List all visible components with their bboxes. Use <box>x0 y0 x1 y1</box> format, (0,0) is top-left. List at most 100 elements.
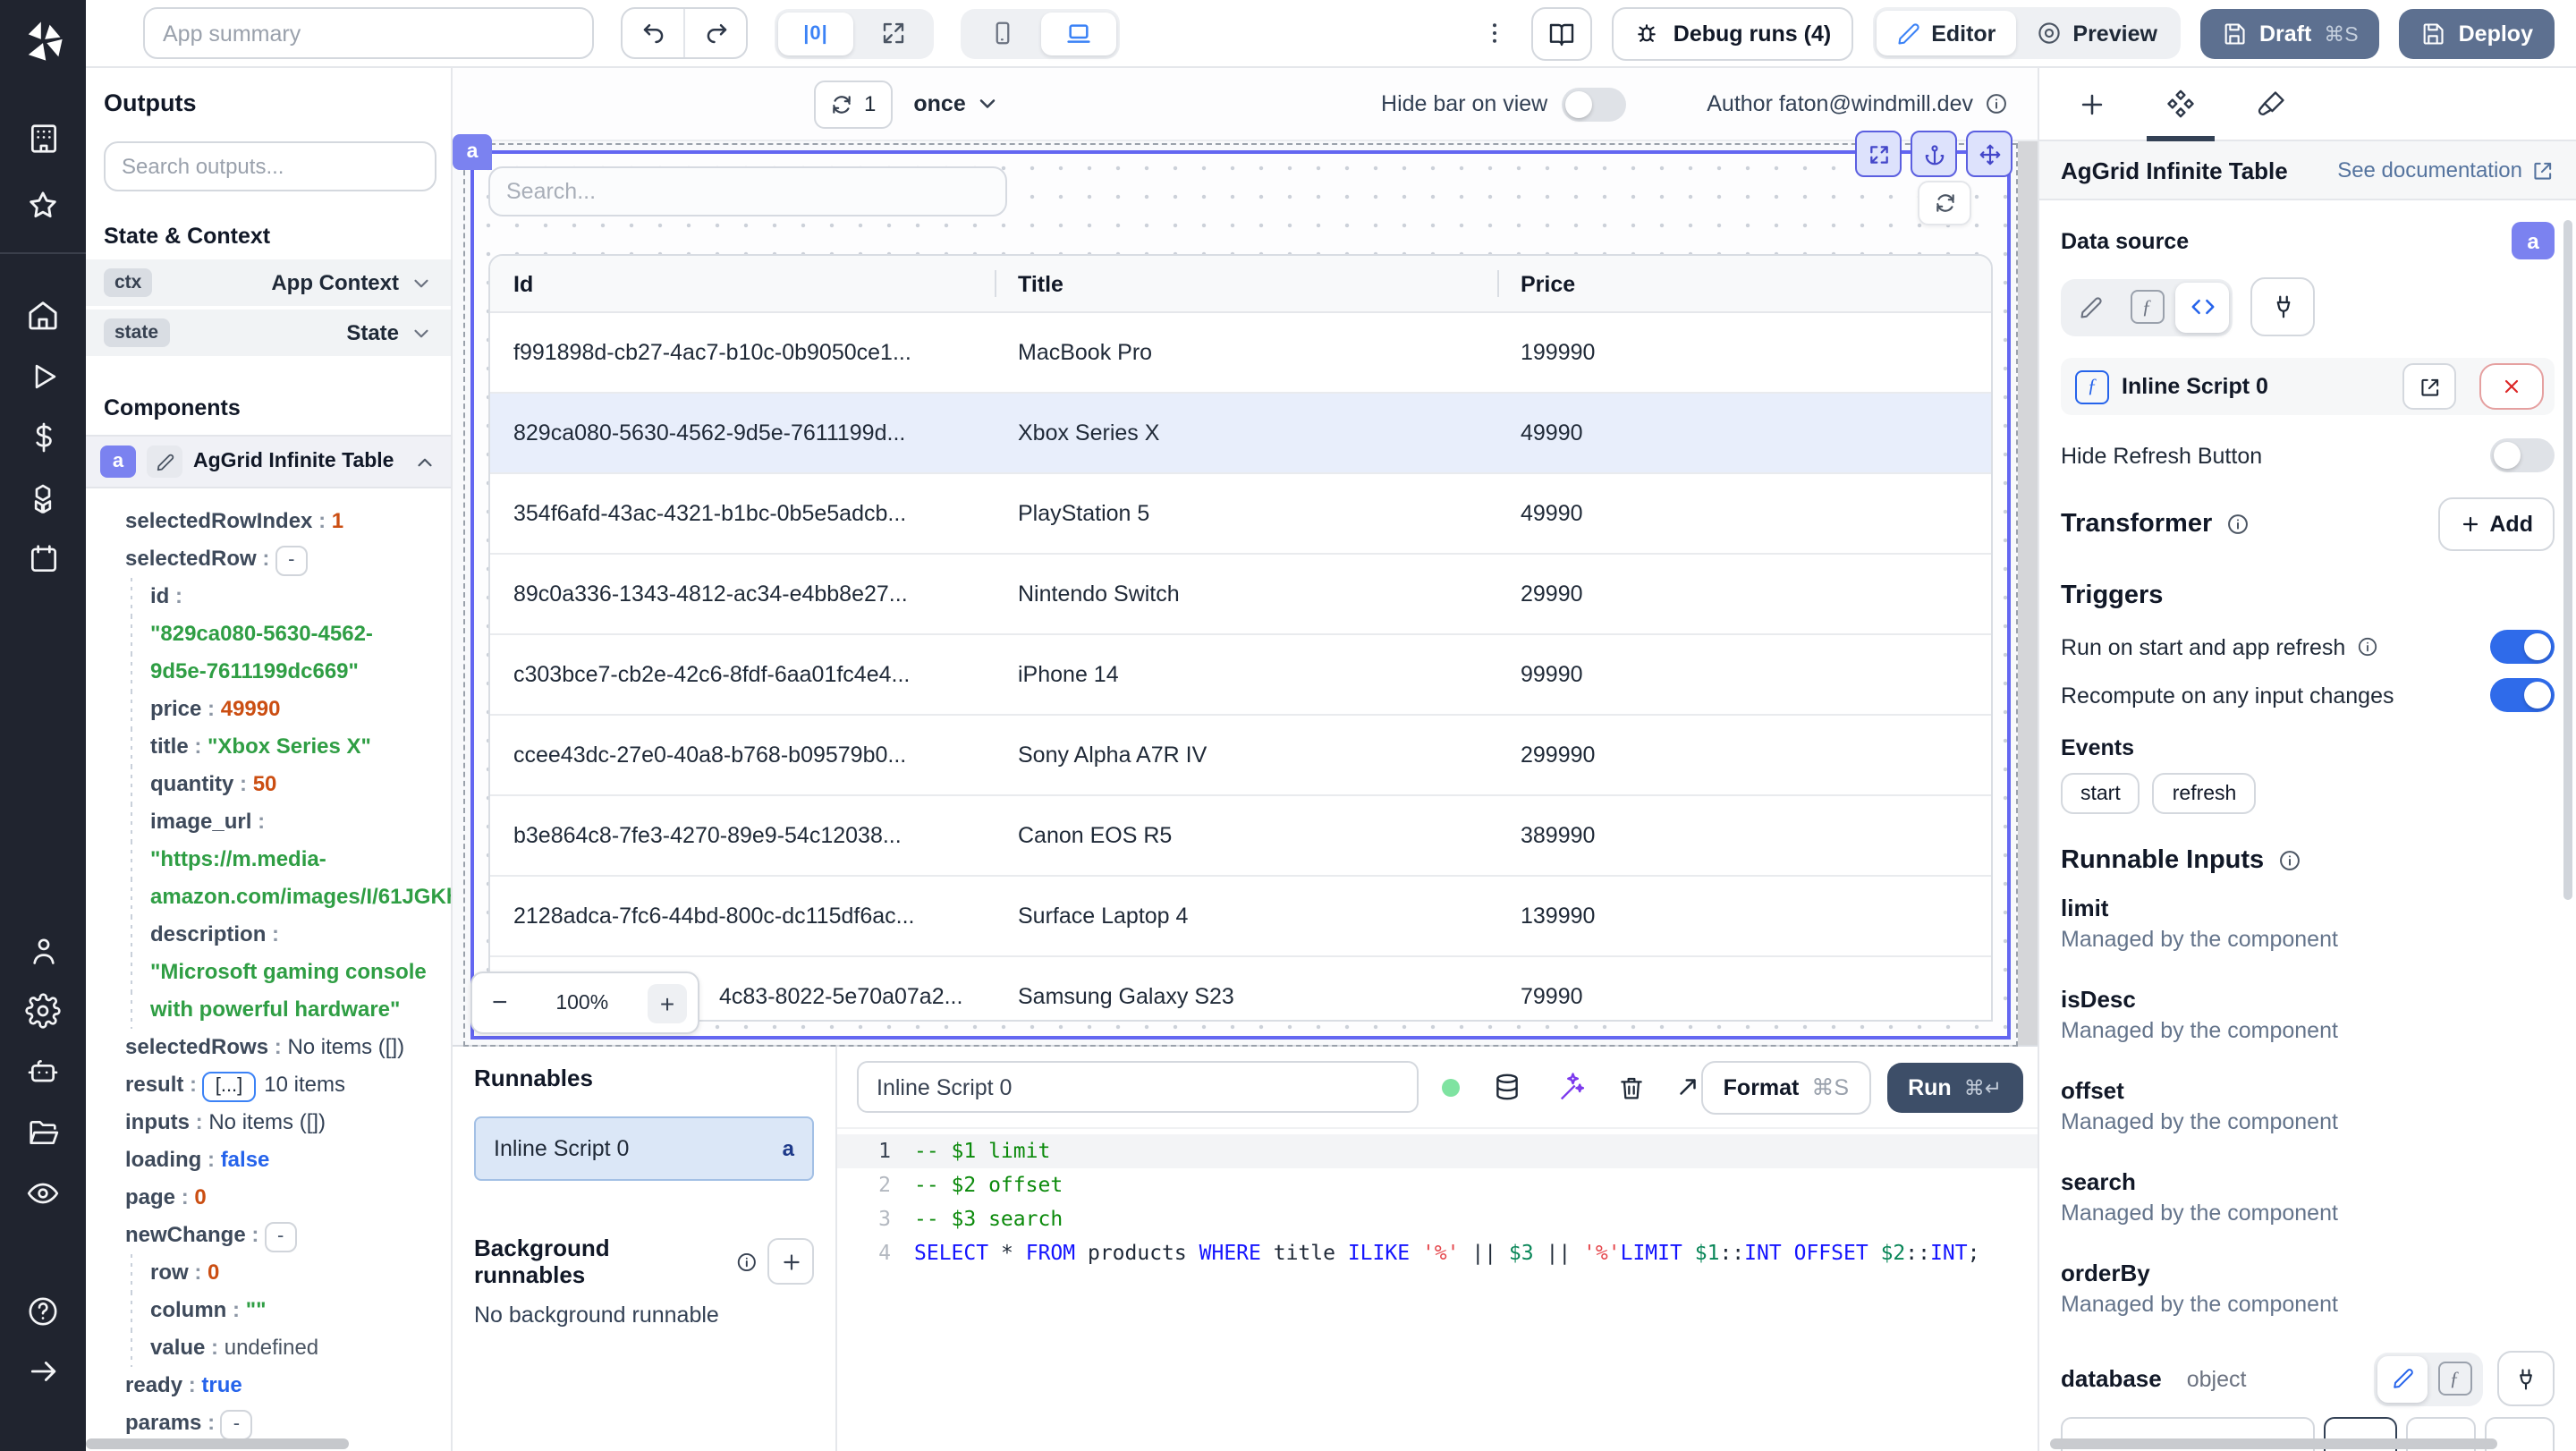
output-prop[interactable]: description : <box>86 916 451 954</box>
styling-tab[interactable] <box>2225 68 2315 140</box>
component-outputs-header[interactable]: a AgGrid Infinite Table <box>86 435 451 488</box>
settings-horizontal-scrollbar[interactable] <box>2050 1438 2497 1449</box>
event-chip[interactable]: refresh <box>2152 773 2257 814</box>
output-prop[interactable]: with powerful hardware" <box>86 991 451 1029</box>
component-settings-tab[interactable] <box>2136 68 2225 141</box>
state-row[interactable]: state State <box>86 310 451 356</box>
script-name-input[interactable] <box>857 1061 1419 1113</box>
column-header-id[interactable]: Id <box>490 271 995 296</box>
aggrid-table-component[interactable]: a Id Title Price <box>453 131 2018 1047</box>
chevron-up-icon[interactable] <box>413 450 436 473</box>
table-row[interactable]: 89c0a336-1343-4812-ac34-e4bb8e27... Ninte… <box>490 555 1991 635</box>
help-icon[interactable] <box>25 1294 61 1329</box>
hide-refresh-toggle[interactable] <box>2490 438 2555 472</box>
app-canvas[interactable]: a Id Title Price <box>453 131 2038 1047</box>
output-prop[interactable]: price : 49990 <box>86 691 451 728</box>
zoom-out-button[interactable]: − <box>483 988 517 1018</box>
docs-book-button[interactable] <box>1531 6 1593 60</box>
app-summary-input[interactable] <box>143 7 594 59</box>
table-search-input[interactable] <box>488 166 1007 216</box>
preview-tab[interactable]: Preview <box>2015 11 2177 55</box>
favorites-icon[interactable] <box>25 188 61 224</box>
output-prop[interactable]: 9d5e-7611199dc669" <box>86 653 451 691</box>
event-chip[interactable]: start <box>2061 773 2140 814</box>
output-prop[interactable]: selectedRows : No items ([]) <box>86 1029 451 1066</box>
folders-icon[interactable] <box>25 1115 61 1150</box>
fullwidth-button[interactable] <box>855 12 930 55</box>
audit-icon[interactable] <box>25 1175 61 1211</box>
anchor-component-button[interactable] <box>1911 131 1957 177</box>
format-button[interactable]: Format ⌘S <box>1701 1060 1871 1114</box>
column-header-title[interactable]: Title <box>995 271 1497 296</box>
deploy-button[interactable]: Deploy <box>2399 8 2555 58</box>
insert-component-tab[interactable] <box>2046 68 2136 140</box>
kebab-menu-icon[interactable] <box>1479 20 1513 47</box>
runs-icon[interactable] <box>26 360 60 394</box>
table-row[interactable]: 829ca080-5630-4562-9d5e-7611199d... Xbox … <box>490 394 1991 474</box>
column-header-price[interactable]: Price <box>1497 271 1991 296</box>
column-resize-handle[interactable] <box>1497 270 1499 297</box>
output-prop[interactable]: params : - <box>86 1404 451 1442</box>
output-prop[interactable]: row : 0 <box>86 1254 451 1292</box>
output-prop[interactable]: selectedRow : - <box>86 540 451 578</box>
variables-icon[interactable] <box>26 420 60 454</box>
editor-tab[interactable]: Editor <box>1876 11 2016 55</box>
chevron-down-icon[interactable] <box>410 271 433 294</box>
table-refresh-button[interactable] <box>1918 181 1971 225</box>
table-row[interactable]: 354f6afd-43ac-4321-b1bc-0b5e5adcb... Play… <box>490 474 1991 555</box>
code-line[interactable]: 1 -- $1 limit <box>837 1134 2038 1168</box>
info-icon[interactable] <box>1984 91 2009 116</box>
output-prop[interactable]: ready : true <box>86 1367 451 1404</box>
recompute-toggle[interactable] <box>2490 678 2555 712</box>
desktop-view-button[interactable] <box>1041 12 1116 55</box>
output-prop[interactable]: quantity : 50 <box>86 766 451 803</box>
schedules-icon[interactable] <box>26 542 60 576</box>
info-icon[interactable] <box>2224 512 2250 537</box>
static-mode-button[interactable] <box>2064 282 2118 332</box>
output-prop[interactable]: loading : false <box>86 1141 451 1179</box>
connect-mode-button[interactable] <box>2250 277 2315 336</box>
code-line[interactable]: 2 -- $2 offset <box>837 1168 2038 1202</box>
output-prop[interactable]: column : "" <box>86 1292 451 1329</box>
table-row[interactable]: 4c83-8022-5e70a07a2... Samsung Galaxy S23… <box>490 957 1991 1020</box>
draft-button[interactable]: Draft ⌘S <box>2199 8 2380 58</box>
hide-bar-toggle[interactable] <box>1562 87 1627 121</box>
template-mode-button[interactable]: ƒ <box>2120 282 2174 332</box>
output-prop[interactable]: "https://m.media- <box>86 841 451 878</box>
delete-script-icon[interactable] <box>1618 1073 1647 1101</box>
output-prop[interactable]: newChange : - <box>86 1217 451 1254</box>
workers-icon[interactable] <box>25 1054 61 1090</box>
redo-button[interactable] <box>683 9 746 57</box>
database-template-button[interactable]: ƒ <box>2429 1355 2479 1402</box>
mobile-view-button[interactable] <box>964 12 1039 55</box>
padding-toggle-button[interactable]: |0| <box>778 12 853 55</box>
user-icon[interactable] <box>26 934 60 968</box>
edit-component-id-icon[interactable] <box>147 445 182 478</box>
add-transformer-button[interactable]: Add <box>2437 497 2555 551</box>
debug-runs-button[interactable]: Debug runs (4) <box>1612 6 1853 60</box>
table-row[interactable]: b3e864c8-7fe3-4270-89e9-54c12038... Canon… <box>490 796 1991 877</box>
output-prop[interactable]: title : "Xbox Series X" <box>86 728 451 766</box>
code-line[interactable]: 3 -- $3 search <box>837 1202 2038 1236</box>
output-prop[interactable]: result : [...] 10 items <box>86 1066 451 1104</box>
table-row[interactable]: c303bce7-cb2e-42c6-8fdf-6aa01fc4e4... iPh… <box>490 635 1991 716</box>
chevron-down-icon[interactable] <box>410 321 433 344</box>
column-resize-handle[interactable] <box>995 270 996 297</box>
inline-script-row[interactable]: ƒ Inline Script 0 <box>2061 358 2555 415</box>
refresh-count-button[interactable]: 1 <box>814 80 893 128</box>
output-prop[interactable]: page : 0 <box>86 1179 451 1217</box>
output-prop[interactable]: image_url : <box>86 803 451 841</box>
table-row[interactable]: ccee43dc-27e0-40a8-b768-b09579b0... Sony … <box>490 716 1991 796</box>
run-on-start-toggle[interactable] <box>2490 630 2555 664</box>
settings-vertical-scrollbar[interactable] <box>2563 220 2572 900</box>
info-icon[interactable] <box>2356 635 2379 658</box>
expand-component-button[interactable] <box>1855 131 1902 177</box>
expand-editor-icon[interactable] <box>1675 1073 1702 1100</box>
home-icon[interactable] <box>25 297 61 333</box>
output-prop[interactable]: inputs : No items ([]) <box>86 1104 451 1141</box>
collapse-icon[interactable] <box>26 1354 60 1388</box>
windmill-logo-icon[interactable] <box>20 18 66 64</box>
move-component-button[interactable] <box>1966 131 2012 177</box>
ai-assistant-icon[interactable] <box>1555 1072 1586 1102</box>
zoom-in-button[interactable]: + <box>648 983 687 1022</box>
